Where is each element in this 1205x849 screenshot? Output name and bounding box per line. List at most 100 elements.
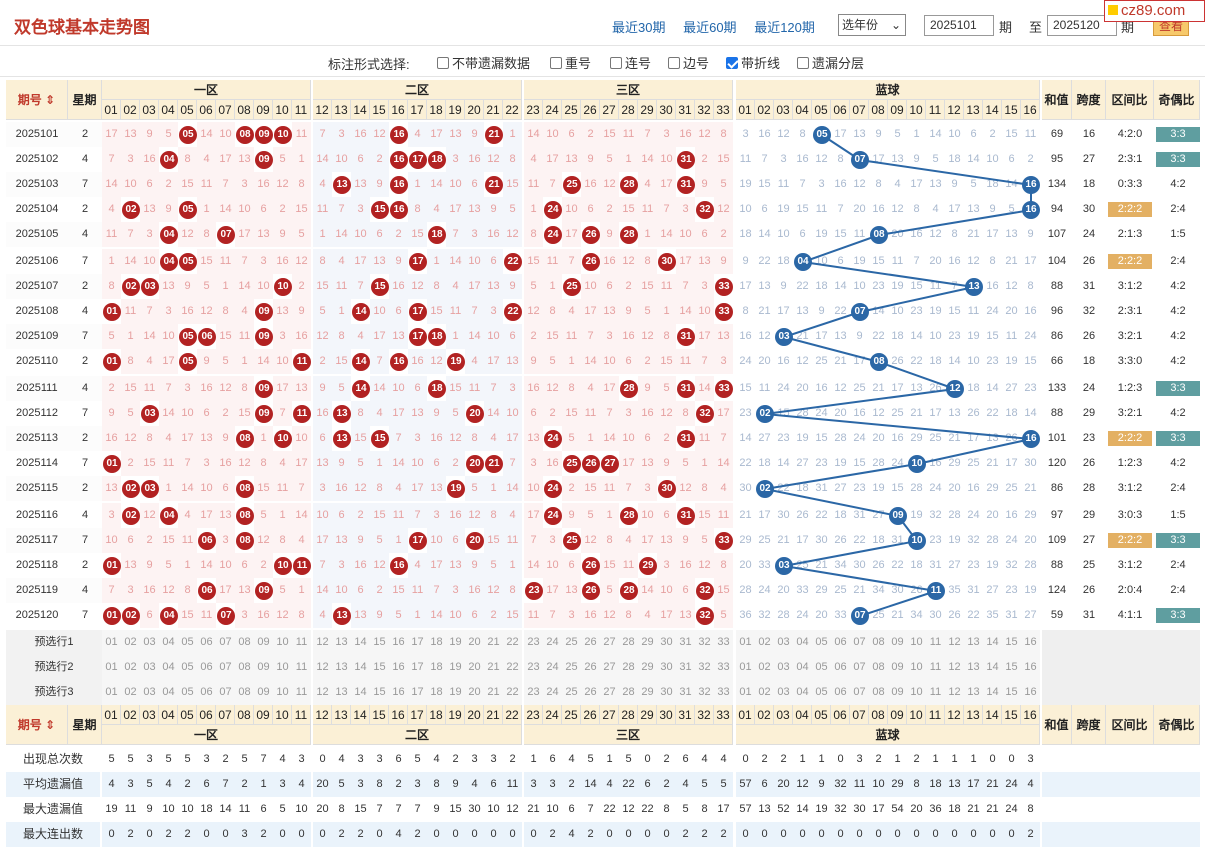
preselect-cell[interactable]: 01 bbox=[736, 630, 755, 655]
preselect-cell[interactable]: 15 bbox=[1002, 655, 1021, 680]
from-issue-input[interactable]: 2025101 bbox=[924, 15, 994, 36]
preselect-cell[interactable]: 25 bbox=[562, 655, 581, 680]
preselect-cell[interactable]: 25 bbox=[562, 630, 581, 655]
preselect-cell[interactable]: 31 bbox=[676, 680, 695, 705]
preselect-cell[interactable]: 08 bbox=[869, 630, 888, 655]
preselect-cell[interactable]: 10 bbox=[273, 655, 292, 680]
preselect-cell[interactable]: 12 bbox=[313, 630, 332, 655]
preselect-cell[interactable]: 08 bbox=[235, 655, 254, 680]
preselect-cell[interactable]: 24 bbox=[543, 630, 562, 655]
preselect-cell[interactable]: 02 bbox=[755, 630, 774, 655]
preselect-cell[interactable]: 02 bbox=[755, 680, 774, 705]
preselect-cell[interactable]: 10 bbox=[273, 680, 292, 705]
preselect-cell[interactable]: 12 bbox=[945, 680, 964, 705]
preselect-cell[interactable]: 08 bbox=[235, 680, 254, 705]
preselect-cell[interactable]: 27 bbox=[600, 680, 619, 705]
preselect-cell[interactable]: 30 bbox=[657, 655, 676, 680]
preselect-cell[interactable]: 14 bbox=[351, 680, 370, 705]
recent-30-link[interactable]: 最近30期 bbox=[612, 20, 665, 35]
preselect-cell[interactable]: 22 bbox=[503, 630, 522, 655]
preselect-cell[interactable]: 11 bbox=[926, 655, 945, 680]
preselect-cell[interactable]: 16 bbox=[389, 630, 408, 655]
preselect-cell[interactable]: 03 bbox=[774, 655, 793, 680]
preselect-cell[interactable]: 31 bbox=[676, 630, 695, 655]
preselect-cell[interactable]: 14 bbox=[351, 655, 370, 680]
recent-120-link[interactable]: 最近120期 bbox=[754, 20, 815, 35]
preselect-cell[interactable]: 06 bbox=[197, 630, 216, 655]
preselect-cell[interactable]: 21 bbox=[484, 680, 503, 705]
preselect-cell[interactable]: 09 bbox=[888, 655, 907, 680]
preselect-cell[interactable]: 12 bbox=[945, 655, 964, 680]
preselect-cell[interactable]: 13 bbox=[964, 655, 983, 680]
preselect-cell[interactable]: 11 bbox=[292, 630, 311, 655]
preselect-cell[interactable]: 24 bbox=[543, 680, 562, 705]
preselect-cell[interactable]: 30 bbox=[657, 680, 676, 705]
preselect-cell[interactable]: 16 bbox=[389, 655, 408, 680]
preselect-cell[interactable]: 28 bbox=[619, 680, 638, 705]
preselect-cell[interactable]: 04 bbox=[793, 680, 812, 705]
preselect-cell[interactable]: 21 bbox=[484, 655, 503, 680]
preselect-cell[interactable]: 32 bbox=[695, 630, 714, 655]
preselect-cell[interactable]: 28 bbox=[619, 630, 638, 655]
preselect-cell[interactable]: 13 bbox=[964, 680, 983, 705]
checkbox-icon[interactable] bbox=[550, 57, 562, 69]
preselect-cell[interactable]: 11 bbox=[292, 680, 311, 705]
option-1[interactable]: 不带遗漏数据 bbox=[437, 53, 530, 72]
preselect-cell[interactable]: 09 bbox=[254, 680, 273, 705]
preselect-cell[interactable]: 12 bbox=[313, 655, 332, 680]
preselect-cell[interactable]: 08 bbox=[235, 630, 254, 655]
preselect-cell[interactable]: 20 bbox=[465, 655, 484, 680]
preselect-cell[interactable]: 05 bbox=[812, 680, 831, 705]
preselect-cell[interactable]: 19 bbox=[446, 630, 465, 655]
preselect-cell[interactable]: 09 bbox=[254, 630, 273, 655]
preselect-cell[interactable]: 26 bbox=[581, 655, 600, 680]
preselect-cell[interactable]: 14 bbox=[983, 680, 1002, 705]
preselect-cell[interactable]: 32 bbox=[695, 680, 714, 705]
preselect-cell[interactable]: 07 bbox=[216, 680, 235, 705]
preselect-cell[interactable]: 03 bbox=[774, 680, 793, 705]
checkbox-icon[interactable] bbox=[437, 57, 449, 69]
preselect-cell[interactable]: 33 bbox=[714, 655, 733, 680]
option-3[interactable]: 连号 bbox=[610, 53, 651, 72]
preselect-cell[interactable]: 01 bbox=[102, 680, 121, 705]
preselect-cell[interactable]: 27 bbox=[600, 655, 619, 680]
preselect-cell[interactable]: 14 bbox=[351, 630, 370, 655]
preselect-cell[interactable]: 04 bbox=[159, 680, 178, 705]
preselect-cell[interactable]: 11 bbox=[292, 655, 311, 680]
preselect-cell[interactable]: 01 bbox=[736, 680, 755, 705]
preselect-cell[interactable]: 15 bbox=[1002, 680, 1021, 705]
year-select[interactable]: 选年份 ⌄ bbox=[838, 14, 906, 36]
preselect-cell[interactable]: 07 bbox=[850, 680, 869, 705]
preselect-cell[interactable]: 05 bbox=[178, 680, 197, 705]
preselect-cell[interactable]: 01 bbox=[102, 655, 121, 680]
preselect-cell[interactable]: 27 bbox=[600, 630, 619, 655]
preselect-cell[interactable]: 13 bbox=[332, 680, 351, 705]
preselect-cell[interactable]: 31 bbox=[676, 655, 695, 680]
preselect-cell[interactable]: 25 bbox=[562, 680, 581, 705]
preselect-cell[interactable]: 15 bbox=[1002, 630, 1021, 655]
preselect-cell[interactable]: 04 bbox=[793, 630, 812, 655]
preselect-cell[interactable]: 16 bbox=[1021, 680, 1040, 705]
issue-header[interactable]: 期号 ⇕ bbox=[6, 705, 68, 745]
preselect-cell[interactable]: 17 bbox=[408, 655, 427, 680]
preselect-cell[interactable]: 22 bbox=[503, 680, 522, 705]
preselect-cell[interactable]: 07 bbox=[850, 655, 869, 680]
preselect-cell[interactable]: 06 bbox=[831, 655, 850, 680]
preselect-cell[interactable]: 33 bbox=[714, 630, 733, 655]
preselect-cell[interactable]: 29 bbox=[638, 655, 657, 680]
preselect-cell[interactable]: 01 bbox=[736, 655, 755, 680]
preselect-cell[interactable]: 09 bbox=[888, 680, 907, 705]
preselect-cell[interactable]: 22 bbox=[503, 655, 522, 680]
preselect-cell[interactable]: 30 bbox=[657, 630, 676, 655]
preselect-cell[interactable]: 05 bbox=[812, 655, 831, 680]
preselect-cell[interactable]: 10 bbox=[907, 630, 926, 655]
preselect-cell[interactable]: 13 bbox=[332, 630, 351, 655]
preselect-cell[interactable]: 16 bbox=[1021, 655, 1040, 680]
option-5[interactable]: 带折线 bbox=[726, 53, 780, 72]
preselect-cell[interactable]: 06 bbox=[197, 655, 216, 680]
preselect-cell[interactable]: 11 bbox=[926, 680, 945, 705]
preselect-cell[interactable]: 23 bbox=[524, 630, 543, 655]
checkbox-icon[interactable] bbox=[610, 57, 622, 69]
preselect-cell[interactable]: 07 bbox=[216, 630, 235, 655]
preselect-cell[interactable]: 13 bbox=[964, 630, 983, 655]
